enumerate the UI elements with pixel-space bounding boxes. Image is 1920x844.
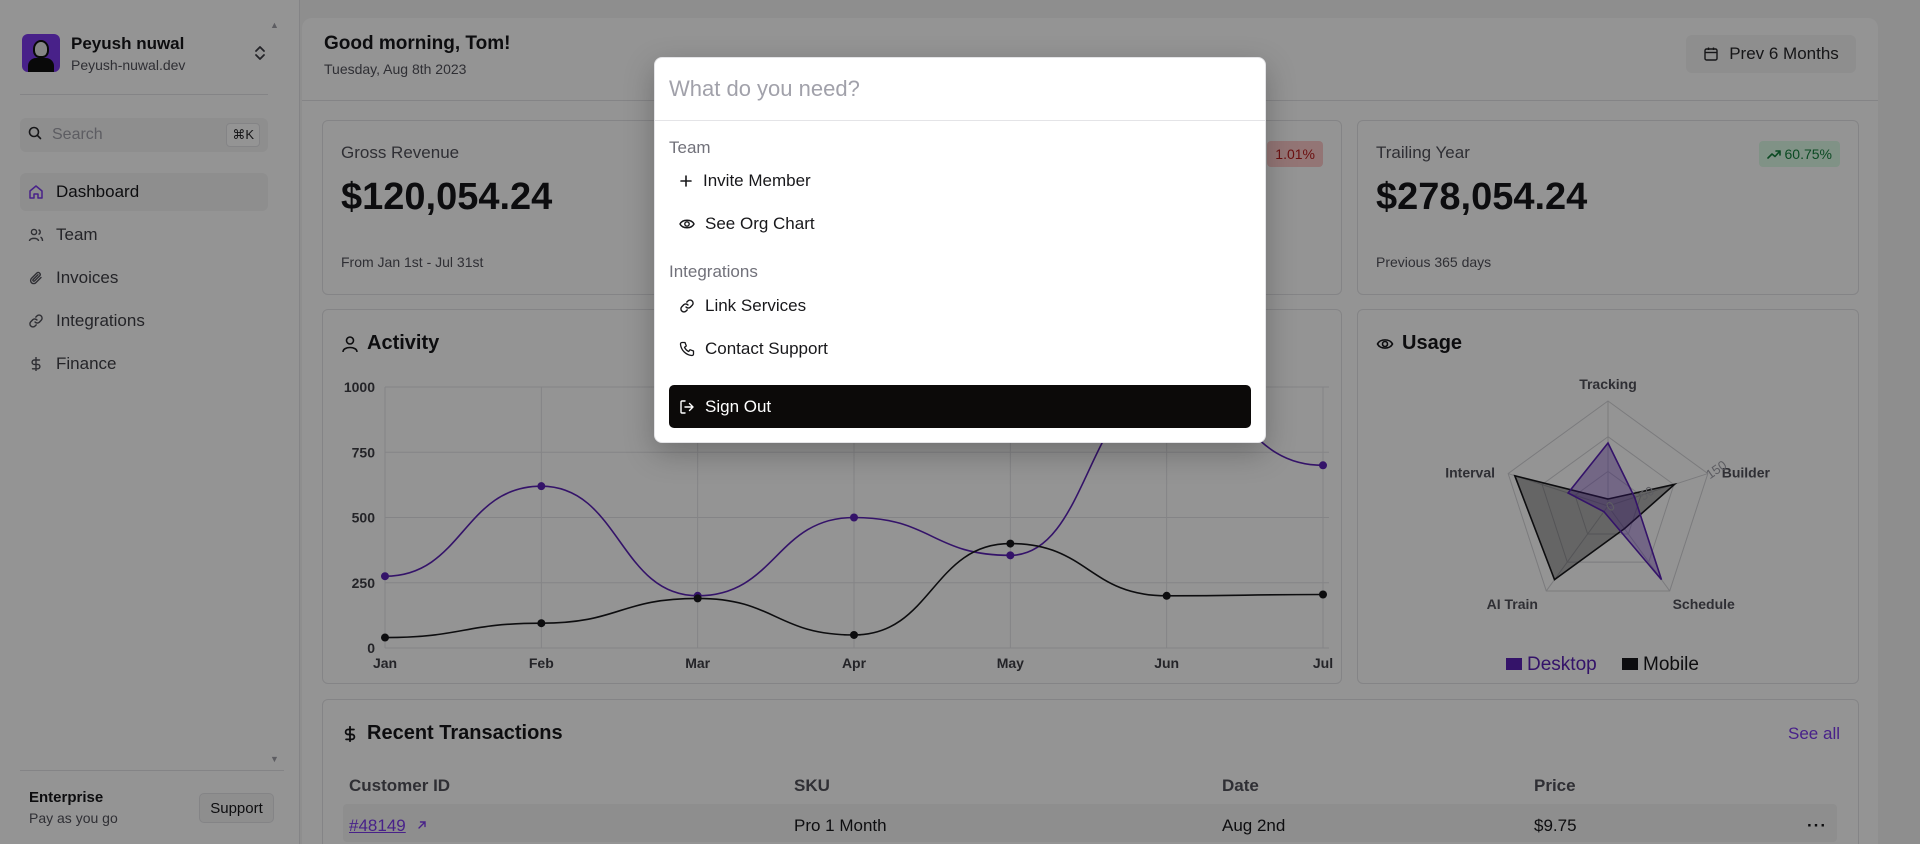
command-input[interactable] bbox=[655, 58, 1265, 121]
command-label: Link Services bbox=[705, 296, 807, 315]
command-link-services[interactable]: Link Services bbox=[669, 286, 1251, 326]
phone-icon bbox=[679, 341, 695, 357]
group-label-integrations: Integrations bbox=[669, 262, 758, 281]
eye-icon bbox=[679, 219, 695, 229]
command-contact-support[interactable]: Contact Support bbox=[669, 329, 1251, 369]
link-icon bbox=[680, 299, 694, 313]
command-palette: Team Invite Member See Org Chart Integra… bbox=[654, 57, 1266, 443]
command-see-org-chart[interactable]: See Org Chart bbox=[669, 204, 1251, 244]
command-sign-out[interactable]: Sign Out bbox=[669, 385, 1251, 428]
command-label: See Org Chart bbox=[705, 214, 815, 233]
plus-icon bbox=[680, 175, 692, 187]
command-invite-member[interactable]: Invite Member bbox=[669, 161, 1251, 201]
group-label-team: Team bbox=[669, 138, 711, 157]
command-label: Sign Out bbox=[705, 396, 772, 416]
logout-icon bbox=[680, 399, 694, 414]
command-label: Invite Member bbox=[703, 171, 811, 190]
command-label: Contact Support bbox=[705, 339, 828, 358]
